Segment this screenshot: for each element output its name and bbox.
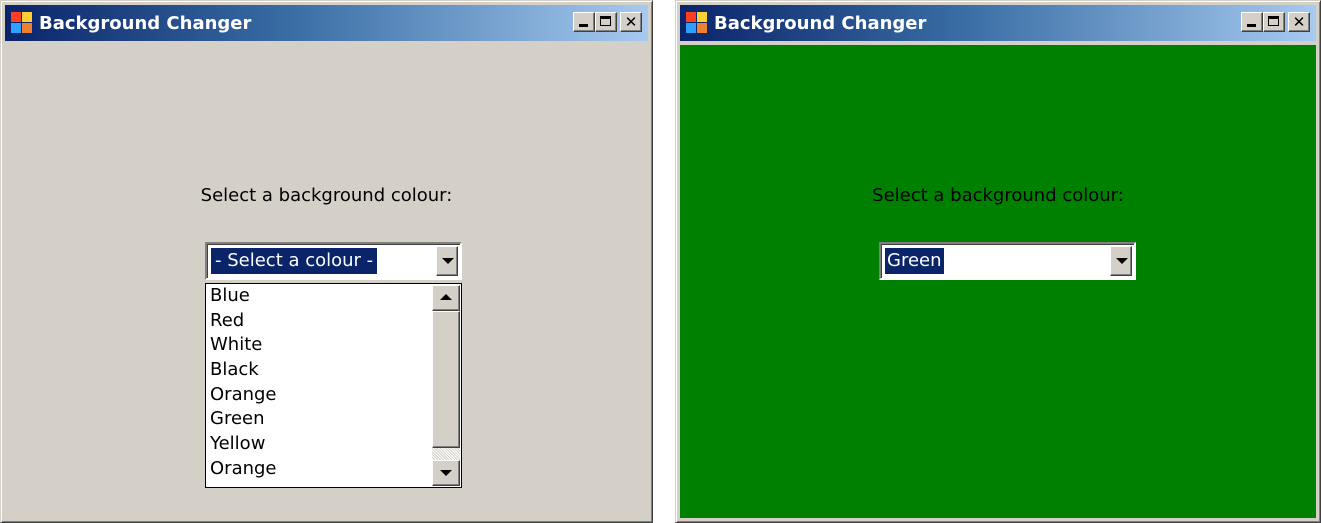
list-item-white[interactable]: White <box>206 333 431 358</box>
chevron-down-icon <box>442 258 454 264</box>
prompt-label: Select a background colour: <box>872 185 1124 206</box>
scroll-up-button[interactable] <box>432 285 460 311</box>
maximize-button[interactable] <box>595 12 617 32</box>
title-bar[interactable]: Background Changer ✕ <box>680 5 1316 41</box>
maximize-icon <box>600 16 611 26</box>
window-background-changer-default: Background Changer ✕ Select a background… <box>0 0 653 523</box>
prompt-label: Select a background colour: <box>200 185 453 206</box>
maximize-icon <box>1268 16 1279 26</box>
chevron-down-icon <box>1116 258 1128 264</box>
app-icon[interactable] <box>686 12 708 34</box>
minimize-button[interactable] <box>573 12 595 32</box>
client-area: Select a background colour: Green <box>680 45 1316 518</box>
list-item-green[interactable]: Green <box>206 407 431 432</box>
list-item-black[interactable]: Black <box>206 358 431 383</box>
dropdown-items: Blue Red White Black Orange Green Yellow… <box>206 284 431 487</box>
window-controls: ✕ <box>573 12 642 32</box>
list-item-orange-2[interactable]: Orange <box>206 457 431 482</box>
window-title: Background Changer <box>39 12 252 34</box>
scroll-down-button[interactable] <box>432 460 460 486</box>
close-icon: ✕ <box>624 12 638 31</box>
client-area: Select a background colour: - Select a c… <box>5 45 648 518</box>
colour-dropdown-list: Blue Red White Black Orange Green Yellow… <box>205 283 462 488</box>
window-controls: ✕ <box>1241 12 1310 32</box>
maximize-button[interactable] <box>1263 12 1285 32</box>
list-item-yellow[interactable]: Yellow <box>206 432 431 457</box>
close-button[interactable]: ✕ <box>620 12 642 32</box>
app-icon[interactable] <box>11 12 33 34</box>
list-item-red[interactable]: Red <box>206 309 431 334</box>
scroll-down-icon <box>440 470 452 476</box>
scroll-thumb[interactable] <box>432 311 460 448</box>
selected-colour: Green <box>885 248 944 274</box>
window-title: Background Changer <box>714 12 927 34</box>
list-item-orange[interactable]: Orange <box>206 383 431 408</box>
scroll-up-icon <box>440 294 452 300</box>
close-icon: ✕ <box>1292 12 1306 31</box>
minimize-icon <box>579 24 588 27</box>
colour-select[interactable]: - Select a colour - <box>205 242 462 280</box>
selected-colour: - Select a colour - <box>211 248 378 274</box>
title-bar[interactable]: Background Changer ✕ <box>5 5 648 41</box>
close-button[interactable]: ✕ <box>1288 12 1310 32</box>
minimize-icon <box>1247 24 1256 27</box>
list-item-blue[interactable]: Blue <box>206 284 431 309</box>
dropdown-button[interactable] <box>436 246 458 276</box>
minimize-button[interactable] <box>1241 12 1263 32</box>
colour-select[interactable]: Green <box>879 242 1136 280</box>
dropdown-scrollbar[interactable] <box>432 285 460 486</box>
window-background-changer-green: Background Changer ✕ Select a background… <box>675 0 1321 523</box>
dropdown-button[interactable] <box>1110 246 1132 276</box>
